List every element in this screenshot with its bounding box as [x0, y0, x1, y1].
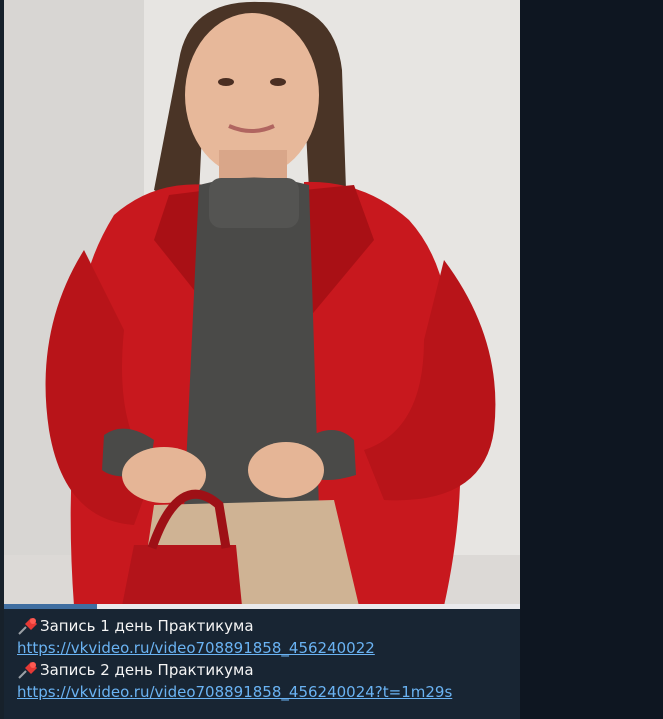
caption-line-4: https://vkvideo.ru/video708891858_456240…: [17, 681, 512, 703]
caption-text-2: Запись 2 день Практикума: [40, 661, 254, 679]
video-frame-illustration: [4, 0, 520, 606]
caption-line-1: Запись 1 день Практикума: [17, 615, 512, 637]
message-bubble: Запись 1 день Практикума https://vkvideo…: [4, 0, 520, 719]
caption-line-2: https://vkvideo.ru/video708891858_456240…: [17, 637, 512, 659]
pushpin-icon: [17, 616, 39, 636]
video-progress-bar[interactable]: [4, 604, 520, 609]
caption-line-3: Запись 2 день Практикума: [17, 659, 512, 681]
video-link-2[interactable]: https://vkvideo.ru/video708891858_456240…: [17, 681, 452, 703]
video-link-1[interactable]: https://vkvideo.ru/video708891858_456240…: [17, 637, 375, 659]
video-thumbnail[interactable]: [4, 0, 520, 606]
video-progress-fill: [4, 604, 97, 609]
pushpin-icon: [17, 660, 39, 680]
message-caption: Запись 1 день Практикума https://vkvideo…: [17, 615, 512, 703]
caption-text-1: Запись 1 день Практикума: [40, 617, 254, 635]
